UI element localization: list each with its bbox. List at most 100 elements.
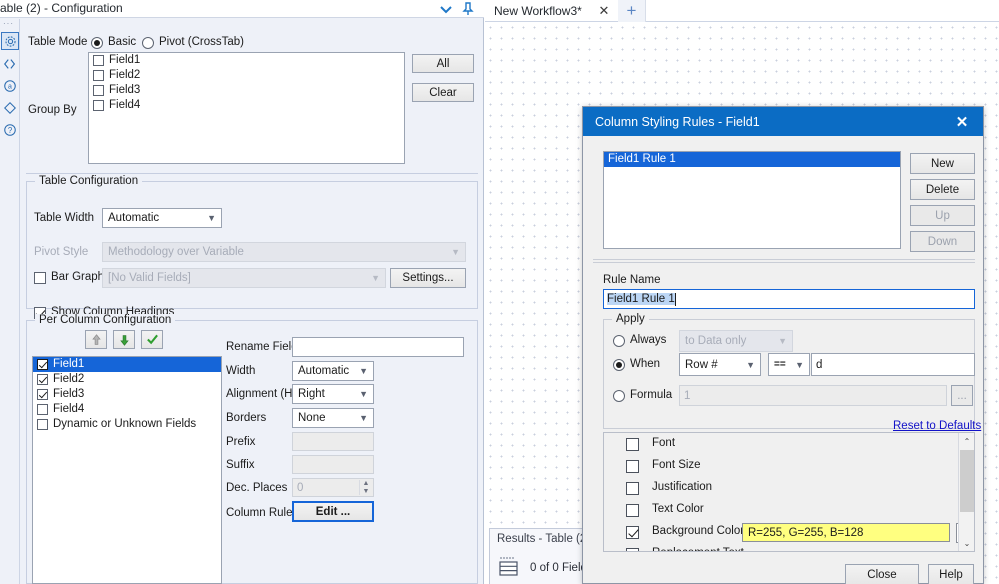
apply-always-target-select: to Data only ▼ <box>679 330 793 352</box>
style-list-scrollbar[interactable]: ⌃ ⌄ <box>958 433 974 551</box>
move-down-icon[interactable] <box>113 330 135 349</box>
when-operator-select[interactable]: == ▼ <box>768 353 810 376</box>
checkbox-column-field[interactable] <box>37 359 48 370</box>
help-button[interactable]: Help <box>928 564 974 584</box>
close-button[interactable]: Close <box>845 564 919 584</box>
gear-icon[interactable] <box>1 32 19 50</box>
new-rule-button[interactable]: New <box>910 153 975 174</box>
checkbox-column-field[interactable] <box>37 389 48 400</box>
stepper-buttons[interactable]: ▲ ▼ <box>359 480 372 495</box>
when-field-select[interactable]: Row # ▼ <box>679 353 761 376</box>
checkbox-group-field[interactable] <box>93 100 104 111</box>
chevron-down-icon[interactable] <box>438 1 454 17</box>
shape-icon[interactable] <box>2 100 18 116</box>
list-item[interactable]: Field1 <box>89 53 404 68</box>
checkbox-justification[interactable] <box>626 482 639 495</box>
group-by-field-list[interactable]: Field1 Field2 Field3 Field4 <box>88 52 405 164</box>
alignment-select[interactable]: Right ▼ <box>292 384 374 404</box>
radio-apply-formula[interactable] <box>613 390 625 402</box>
table-width-select[interactable]: Automatic ▼ <box>102 208 222 228</box>
rename-field-input[interactable] <box>292 337 464 357</box>
list-item[interactable]: Text Color <box>604 499 974 523</box>
close-icon[interactable]: ✕ <box>595 0 613 22</box>
new-tab-button[interactable]: + <box>618 0 646 22</box>
radio-table-mode-basic[interactable] <box>91 37 103 49</box>
list-item[interactable]: Field1 <box>33 357 221 372</box>
pin-icon[interactable] <box>460 1 476 17</box>
checkbox-background-color[interactable] <box>626 526 639 539</box>
list-item[interactable]: Dynamic or Unknown Fields <box>33 417 221 432</box>
list-item[interactable]: Background Color R=255, G=255, B=128 ... <box>604 521 974 545</box>
list-item[interactable]: Field3 <box>33 387 221 402</box>
annotation-icon[interactable]: a <box>2 78 18 94</box>
checkbox-group-field[interactable] <box>93 85 104 96</box>
rules-listbox[interactable]: Field1 Rule 1 <box>603 151 901 249</box>
checkbox-text-color[interactable] <box>626 504 639 517</box>
width-value: Automatic <box>298 365 350 377</box>
close-icon[interactable]: ✕ <box>949 107 975 136</box>
all-button[interactable]: All <box>412 54 474 73</box>
question-icon[interactable]: ? <box>2 122 18 138</box>
style-options-list[interactable]: Font Font Size Justification Text Color … <box>603 432 975 552</box>
scroll-down-icon[interactable]: ⌄ <box>959 535 975 551</box>
when-value-input[interactable]: d <box>811 353 975 376</box>
scroll-up-icon[interactable]: ⌃ <box>959 433 975 449</box>
select-all-check-icon[interactable] <box>141 330 163 349</box>
list-item[interactable]: Field4 <box>33 402 221 417</box>
rule-name-input[interactable]: Field1 Rule 1 <box>603 289 975 309</box>
radio-table-mode-pivot[interactable] <box>142 37 154 49</box>
tab-new-workflow3[interactable]: New Workflow3* <box>488 0 588 22</box>
checkbox-font-size[interactable] <box>626 460 639 473</box>
drag-handle-dots[interactable]: ··· <box>3 20 14 28</box>
table-grid-icon <box>498 555 520 579</box>
list-item[interactable]: Field1 Rule 1 <box>604 152 900 167</box>
checkbox-font[interactable] <box>626 438 639 451</box>
checkbox-group-field[interactable] <box>93 55 104 66</box>
list-item[interactable]: Field4 <box>89 98 404 113</box>
apply-always-label[interactable]: Always <box>630 334 666 346</box>
list-item[interactable]: Replacement Text <box>604 543 974 551</box>
delete-rule-button[interactable]: Delete <box>910 179 975 200</box>
stepper-down-icon[interactable]: ▼ <box>360 488 372 496</box>
radio-apply-when[interactable] <box>613 359 625 371</box>
move-up-icon[interactable] <box>85 330 107 349</box>
list-item[interactable]: Justification <box>604 477 974 501</box>
table-width-value: Automatic <box>108 212 160 224</box>
checkbox-column-field[interactable] <box>37 419 48 430</box>
formula-ellipsis-button[interactable]: ... <box>951 385 973 406</box>
settings-button[interactable]: Settings... <box>390 268 466 288</box>
checkbox-replacement-text[interactable] <box>626 548 639 551</box>
radio-apply-always[interactable] <box>613 335 625 347</box>
clear-button[interactable]: Clear <box>412 83 474 102</box>
table-mode-basic-label[interactable]: Basic <box>108 36 136 48</box>
checkbox-bar-graph[interactable] <box>34 272 46 284</box>
scrollbar-thumb[interactable] <box>960 450 974 512</box>
list-item[interactable]: Field2 <box>33 372 221 387</box>
table-mode-pivot-label[interactable]: Pivot (CrossTab) <box>159 36 244 48</box>
checkbox-group-field[interactable] <box>93 70 104 81</box>
borders-select[interactable]: None ▼ <box>292 408 374 428</box>
per-column-field-list[interactable]: Field1 Field2 Field3 Field4 Dynamic or U… <box>32 356 222 584</box>
stepper-up-icon[interactable]: ▲ <box>360 480 372 488</box>
reset-to-defaults-link[interactable]: Reset to Defaults <box>893 420 981 432</box>
move-rule-down-button[interactable]: Down <box>910 231 975 252</box>
chevron-down-icon: ▼ <box>451 247 460 257</box>
dec-places-stepper: 0 ▲ ▼ <box>292 478 374 497</box>
move-rule-up-button[interactable]: Up <box>910 205 975 226</box>
list-item[interactable]: Font Size <box>604 455 974 479</box>
list-item[interactable]: Field2 <box>89 68 404 83</box>
app-root: able (2) - Configuration ··· a ? Table M… <box>0 0 999 584</box>
width-select[interactable]: Automatic ▼ <box>292 361 374 381</box>
checkbox-column-field[interactable] <box>37 404 48 415</box>
checkbox-column-field[interactable] <box>37 374 48 385</box>
alignment-label: Alignment (H) <box>226 388 297 400</box>
code-icon[interactable] <box>2 56 18 72</box>
edit-column-rules-button[interactable]: Edit ... <box>292 501 374 522</box>
apply-formula-label[interactable]: Formula <box>630 389 672 401</box>
table-mode-label: Table Mode <box>28 36 88 48</box>
list-item-label: Field4 <box>53 403 85 415</box>
list-item[interactable]: Font <box>604 433 974 457</box>
apply-when-label[interactable]: When <box>630 358 660 370</box>
background-color-value[interactable]: R=255, G=255, B=128 <box>742 523 950 542</box>
list-item[interactable]: Field3 <box>89 83 404 98</box>
